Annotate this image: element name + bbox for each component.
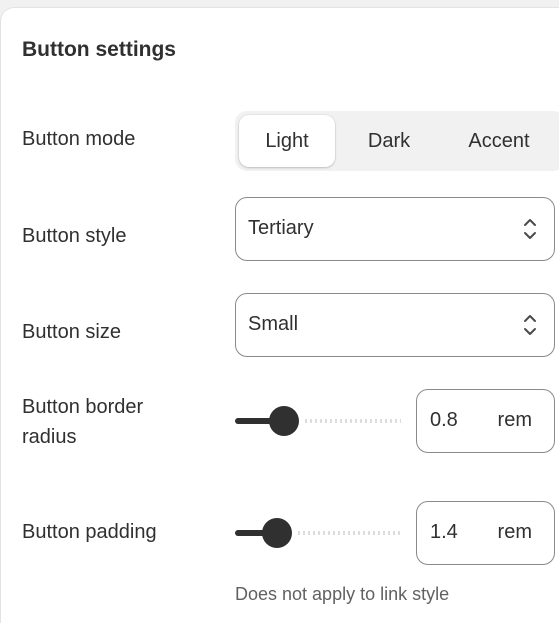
border-radius-input[interactable]: 0.8 rem: [416, 389, 555, 453]
segment-dark[interactable]: Dark: [339, 115, 439, 167]
button-style-value: Tertiary: [248, 217, 314, 239]
padding-help-text: Does not apply to link style: [235, 584, 450, 604]
button-padding-unit: rem: [497, 521, 532, 543]
border-radius-slider[interactable]: [235, 406, 401, 436]
button-padding-slider[interactable]: [235, 518, 401, 548]
slider-thumb[interactable]: [269, 406, 299, 436]
button-style-select[interactable]: Tertiary: [235, 197, 555, 261]
button-mode-segmented-control: Light Dark Accent: [235, 111, 559, 171]
button-style-label: Button style: [22, 225, 127, 247]
chevron-up-down-icon: [524, 219, 536, 239]
slider-track: [298, 531, 401, 535]
button-mode-label: Button mode: [22, 128, 136, 150]
button-size-value: Small: [248, 313, 299, 335]
slider-track: [305, 419, 401, 423]
border-radius-unit: rem: [497, 409, 532, 431]
border-radius-value: 0.8: [430, 409, 458, 431]
button-settings-panel: Button settings Button mode Light Dark A…: [0, 7, 559, 623]
segment-light[interactable]: Light: [239, 115, 335, 167]
segment-accent[interactable]: Accent: [443, 115, 555, 167]
panel-title: Button settings: [22, 38, 176, 61]
button-padding-value: 1.4: [430, 521, 458, 543]
chevron-up-down-icon: [524, 315, 536, 335]
border-radius-label-line2: radius: [22, 426, 77, 448]
button-size-label: Button size: [22, 321, 121, 343]
border-radius-label-line1: Button border: [22, 396, 144, 418]
button-size-select[interactable]: Small: [235, 293, 555, 357]
slider-thumb[interactable]: [262, 518, 292, 548]
button-padding-input[interactable]: 1.4 rem: [416, 501, 555, 565]
button-padding-label: Button padding: [22, 521, 157, 543]
